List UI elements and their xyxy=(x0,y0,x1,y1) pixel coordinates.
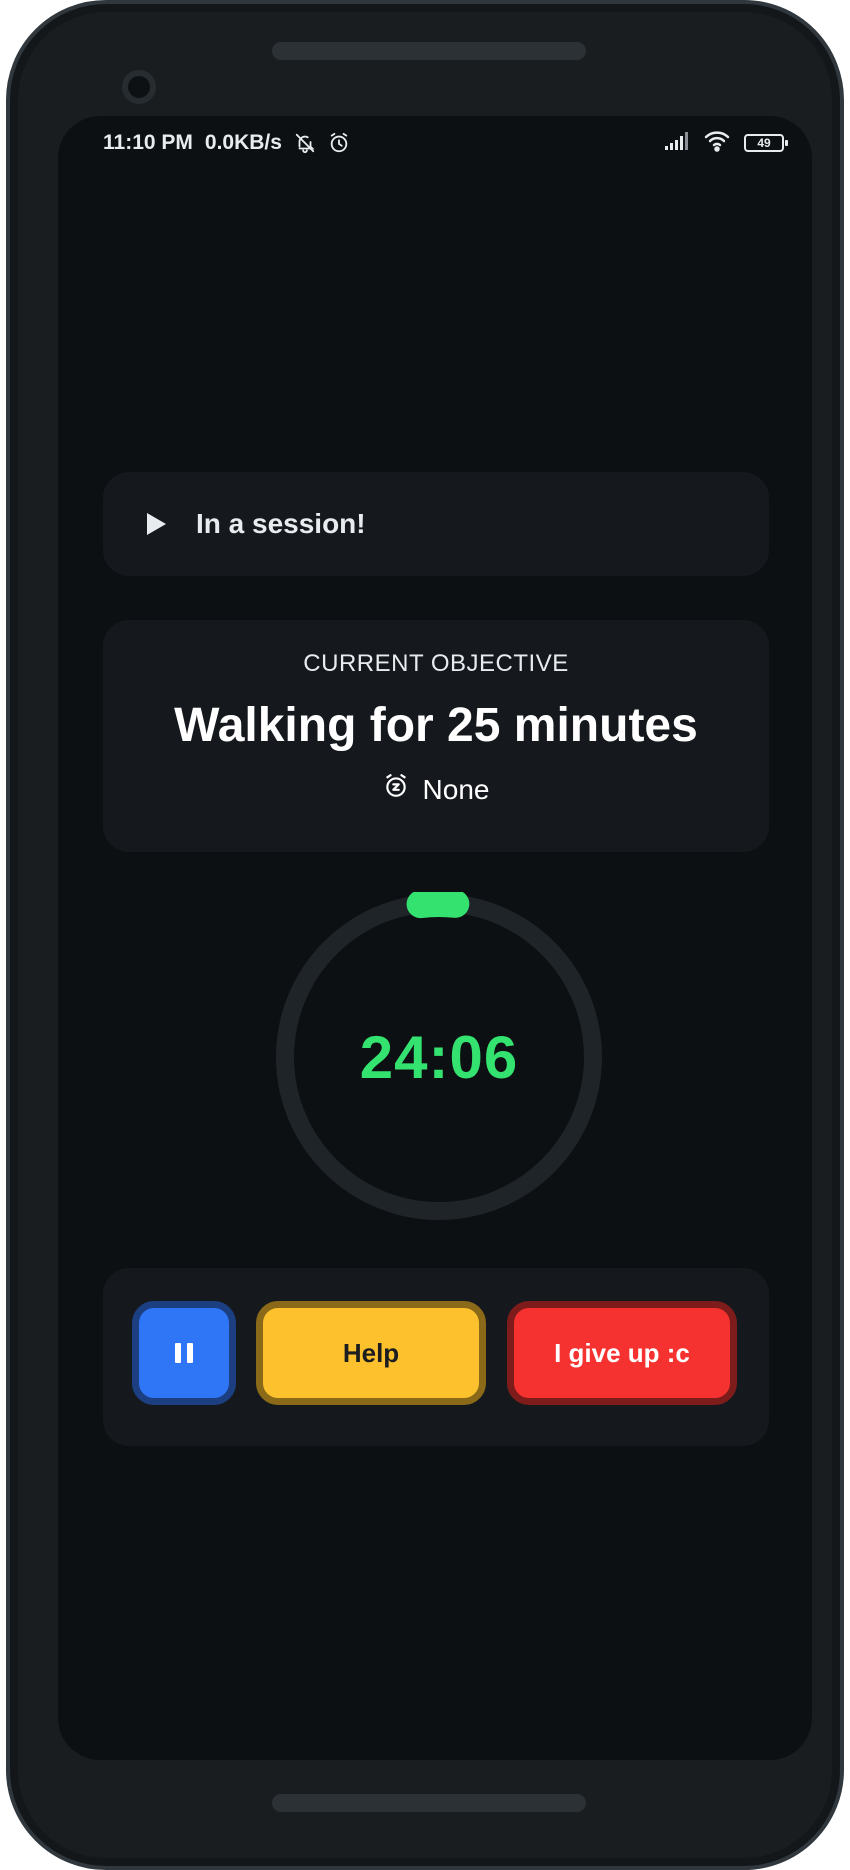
objective-snooze: None xyxy=(103,773,769,806)
pause-button[interactable] xyxy=(132,1301,236,1405)
phone-frame: 11:10 PM 0.0KB/s 49 In a session! CURREN… xyxy=(6,0,844,1870)
session-status-label: In a session! xyxy=(196,508,366,539)
status-time: 11:10 PM xyxy=(103,131,193,154)
snooze-alarm-icon xyxy=(383,773,409,806)
countdown-timer: 24:06 xyxy=(274,889,604,1222)
give-up-button[interactable]: I give up :c xyxy=(507,1301,737,1405)
status-net-speed: 0.0KB/s xyxy=(204,131,282,154)
home-indicator[interactable] xyxy=(272,1794,586,1812)
objective-kicker: CURRENT OBJECTIVE xyxy=(303,650,569,677)
play-icon xyxy=(147,513,166,535)
snooze-value: None xyxy=(422,773,490,805)
wifi-icon xyxy=(704,130,730,157)
front-camera xyxy=(122,70,156,104)
pause-icon xyxy=(175,1343,193,1363)
timer-display: 24:06 xyxy=(359,1023,519,1091)
battery-indicator: 49 xyxy=(744,134,788,152)
objective-card: CURRENT OBJECTIVE Walking for 25 minutes… xyxy=(103,620,769,852)
bell-off-icon xyxy=(294,132,316,154)
app-screen: 11:10 PM 0.0KB/s 49 In a session! CURREN… xyxy=(58,116,812,1760)
help-button[interactable]: Help xyxy=(256,1301,486,1405)
controls-card: Help I give up :c xyxy=(103,1268,769,1446)
session-status-card: In a session! xyxy=(103,472,769,576)
signal-icon xyxy=(664,131,690,156)
status-bar-left: 11:10 PM 0.0KB/s xyxy=(103,128,350,158)
alarm-icon xyxy=(328,132,350,154)
status-bar-right: 49 xyxy=(664,128,788,158)
earpiece-speaker xyxy=(272,42,586,60)
objective-title: Walking for 25 minutes xyxy=(174,699,698,752)
